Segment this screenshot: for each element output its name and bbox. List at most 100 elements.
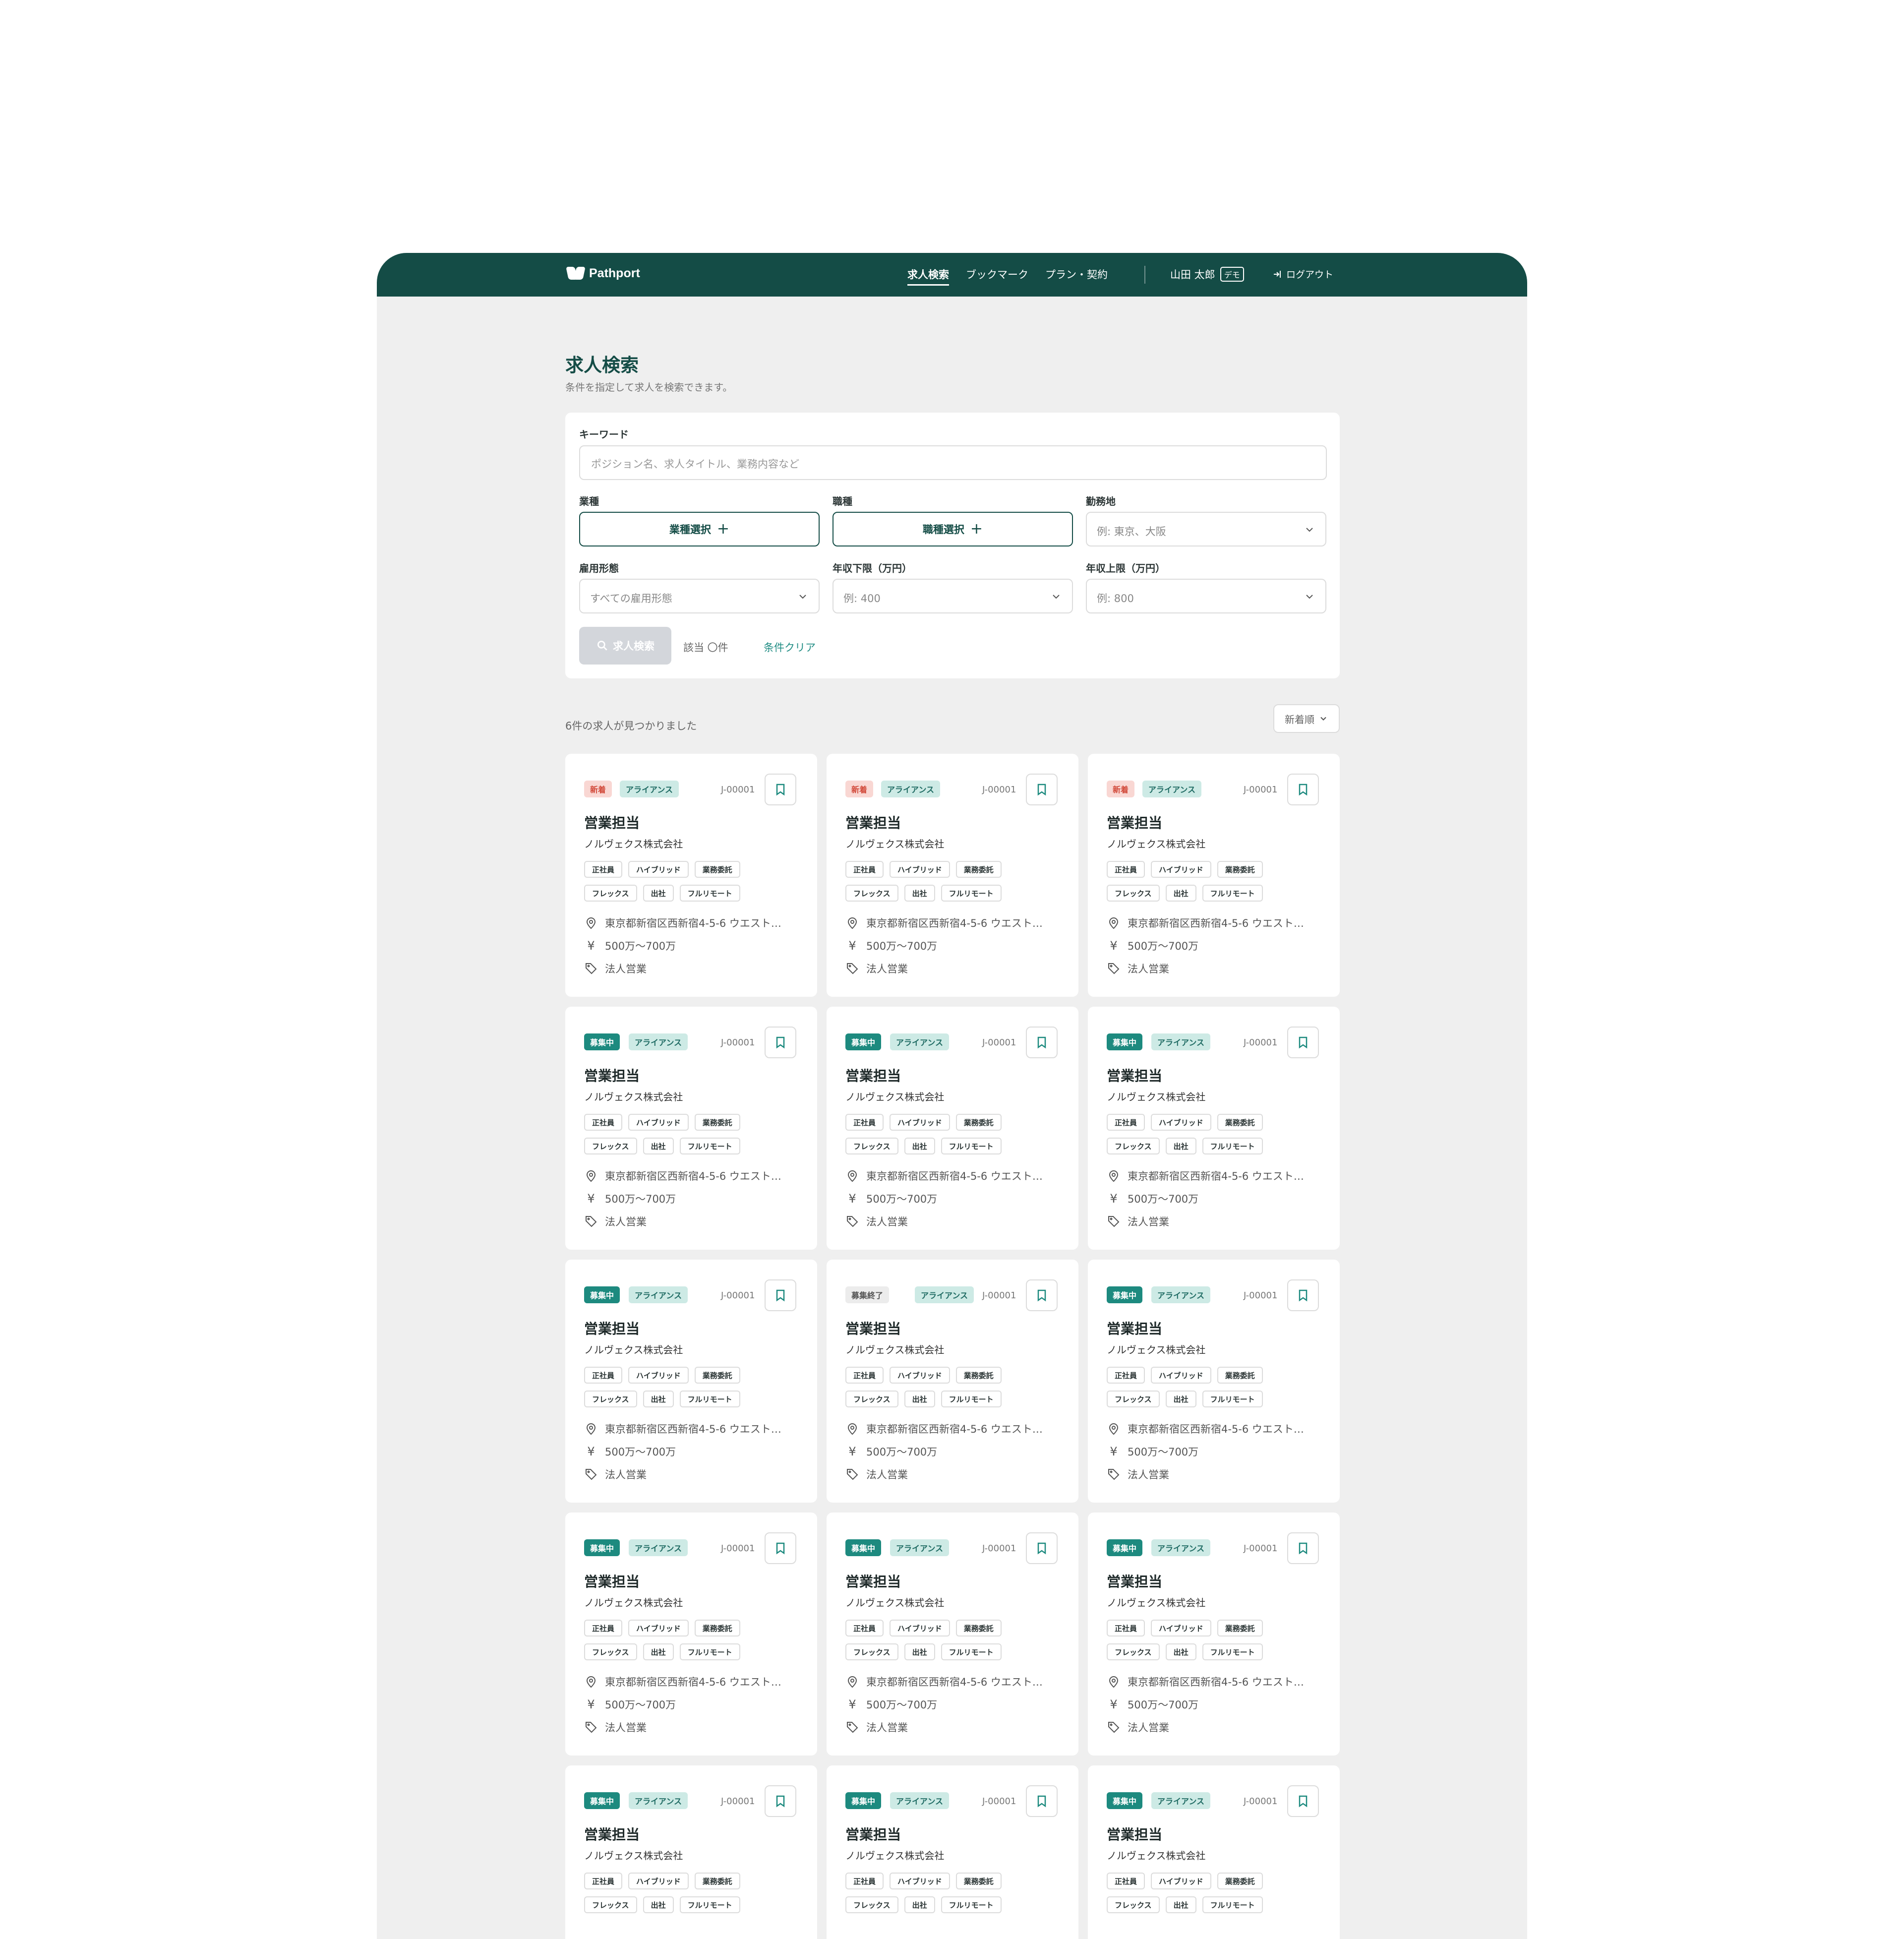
bookmark-button[interactable] <box>1026 1785 1058 1817</box>
nav-link-job-search[interactable]: 求人検索 <box>907 267 949 286</box>
job-card[interactable]: 募集中 アライアンス J-00001 営業担当 ノルヴェクス株式会社 正社員 ハイブリッド業… <box>1088 1260 1340 1503</box>
pathport-logo-icon <box>567 266 584 281</box>
job-title[interactable]: 営業担当 <box>1107 1824 1162 1844</box>
job-card[interactable]: 募集中 アライアンス J-00001 営業担当 ノルヴェクス株式会社 正社員 ハイブリッド業… <box>1088 1765 1340 1939</box>
employment-select[interactable]: すべての雇用形態 <box>579 579 820 613</box>
status-badge: 新着 <box>584 781 612 797</box>
tag-row: 正社員 ハイブリッド 業務委託 <box>1107 1620 1263 1636</box>
job-card[interactable]: 新着 アライアンス J-00001 営業担当 ノルヴェクス株式会社 正社員 ハイブリッド 業務… <box>827 754 1078 997</box>
bookmark-button[interactable] <box>1287 1279 1319 1311</box>
category-text: 法人営業 <box>1128 1722 1169 1734</box>
tag-icon <box>1108 1469 1120 1480</box>
bookmark-button[interactable] <box>765 1785 796 1817</box>
job-card[interactable]: 募集中 アライアンス J-00001 営業担当 ノルヴェクス株式会社 正社員 ハイブリッド業… <box>565 1007 817 1250</box>
bookmark-button[interactable] <box>1026 1027 1058 1058</box>
nav-link-bookmarks[interactable]: ブックマーク <box>966 267 1028 286</box>
job-title[interactable]: 営業担当 <box>584 812 640 832</box>
job-title[interactable]: 営業担当 <box>845 1824 901 1844</box>
workstyle-tag: 出社 <box>1165 1391 1196 1407</box>
job-title[interactable]: 営業担当 <box>584 1318 640 1338</box>
match-count: 該当 〇件 <box>683 642 728 654</box>
bookmark-button[interactable] <box>1026 1532 1058 1564</box>
job-title[interactable]: 営業担当 <box>584 1065 640 1085</box>
job-title[interactable]: 営業担当 <box>1107 812 1162 832</box>
keyword-label: キーワード <box>579 428 629 440</box>
tag-row: 正社員 ハイブリッド 業務委託 <box>1107 1114 1263 1131</box>
employment-tag: ハイブリッド <box>1151 1367 1211 1384</box>
tag-row: フレックス 出社 フルリモート <box>845 1896 1002 1913</box>
location-text: 東京都新宿区西新宿4-5-6 ウエスト… <box>605 1170 781 1182</box>
job-card[interactable]: 募集中 アライアンス J-00001 営業担当 ノルヴェクス株式会社 正社員 ハイブリッド業… <box>827 1513 1078 1756</box>
employment-tag: ハイブリッド <box>628 1873 689 1889</box>
bookmark-button[interactable] <box>765 1027 796 1058</box>
location-text: 東京都新宿区西新宿4-5-6 ウエスト… <box>866 1676 1043 1688</box>
job-card[interactable]: 募集終了 アライアンス J-00001 営業担当 ノルヴェクス株式会社 正社員 ハイブリッド… <box>827 1260 1078 1503</box>
job-title[interactable]: 営業担当 <box>584 1824 640 1844</box>
logo[interactable]: Pathport <box>567 266 640 281</box>
employment-tag: ハイブリッド <box>628 1367 689 1384</box>
tag-row: 正社員 ハイブリッド 業務委託 <box>845 1367 1002 1384</box>
keyword-input[interactable]: ポジション名、求人タイトル、業務内容など <box>579 445 1327 480</box>
bookmark-button[interactable] <box>1287 1027 1319 1058</box>
sort-dropdown[interactable]: 新着順 <box>1273 704 1340 733</box>
location-pin-icon <box>586 1676 596 1688</box>
workstyle-tag: フルリモート <box>679 1391 740 1407</box>
nav-link-plans[interactable]: プラン・契約 <box>1045 267 1108 286</box>
job-title[interactable]: 営業担当 <box>1107 1065 1162 1085</box>
tag-icon <box>847 1722 858 1733</box>
bookmark-button[interactable] <box>765 1532 796 1564</box>
employment-tag: 正社員 <box>845 1367 884 1384</box>
bookmark-button[interactable] <box>765 1279 796 1311</box>
bookmark-button[interactable] <box>1287 1785 1319 1817</box>
job-card[interactable]: 募集中 アライアンス J-00001 営業担当 ノルヴェクス株式会社 正社員 ハイブリッド業… <box>1088 1513 1340 1756</box>
job-title[interactable]: 営業担当 <box>845 1065 901 1085</box>
category-text: 法人営業 <box>866 1216 908 1228</box>
workstyle-tag: 出社 <box>904 1391 935 1407</box>
category-text: 法人営業 <box>866 1722 908 1734</box>
bookmark-button[interactable] <box>1287 774 1319 805</box>
employment-tag: 正社員 <box>1107 861 1145 878</box>
job-id: J-00001 <box>721 1543 755 1554</box>
occupation-select-button[interactable]: 職種選択 + <box>833 512 1073 546</box>
job-title[interactable]: 営業担当 <box>845 1571 901 1591</box>
location-pin-icon <box>847 1676 857 1688</box>
job-title[interactable]: 営業担当 <box>845 812 901 832</box>
job-title[interactable]: 営業担当 <box>1107 1318 1162 1338</box>
job-card[interactable]: 新着 アライアンス J-00001 営業担当 ノルヴェクス株式会社 正社員 ハイブリッド 業務… <box>565 754 817 997</box>
search-button[interactable]: 求人検索 <box>579 627 671 665</box>
location-text: 東京都新宿区西新宿4-5-6 ウエスト… <box>605 917 781 929</box>
industry-select-button[interactable]: 業種選択 + <box>579 512 820 546</box>
workstyle-tag: 出社 <box>904 1643 935 1660</box>
workstyle-tag: フルリモート <box>1202 1391 1263 1407</box>
job-card[interactable]: 新着 アライアンス J-00001 営業担当 ノルヴェクス株式会社 正社員 ハイブリッド 業務… <box>1088 754 1340 997</box>
job-card[interactable]: 募集中 アライアンス J-00001 営業担当 ノルヴェクス株式会社 正社員 ハイブリッド業… <box>565 1260 817 1503</box>
job-title[interactable]: 営業担当 <box>845 1318 901 1338</box>
user-info: 山田 太郎 デモ <box>1170 267 1244 282</box>
clear-conditions-link[interactable]: 条件クリア <box>764 640 816 655</box>
job-card[interactable]: 募集中 アライアンス J-00001 営業担当 ノルヴェクス株式会社 正社員 ハイブリッド業… <box>827 1765 1078 1939</box>
salary-min-select[interactable]: 例: 400 <box>833 579 1073 613</box>
job-card[interactable]: 募集中 アライアンス J-00001 営業担当 ノルヴェクス株式会社 正社員 ハイブリッド業… <box>1088 1007 1340 1250</box>
bookmark-button[interactable] <box>1026 1279 1058 1311</box>
job-title[interactable]: 営業担当 <box>1107 1571 1162 1591</box>
alliance-badge: アライアンス <box>1151 1539 1211 1556</box>
employment-tag: 業務委託 <box>955 1620 1002 1636</box>
tag-row: 正社員 ハイブリッド 業務委託 <box>845 861 1002 878</box>
bookmark-button[interactable] <box>1026 774 1058 805</box>
salary-max-select[interactable]: 例: 800 <box>1086 579 1326 613</box>
job-title[interactable]: 営業担当 <box>584 1571 640 1591</box>
job-card[interactable]: 募集中 アライアンス J-00001 営業担当 ノルヴェクス株式会社 正社員 ハイブリッド業… <box>827 1007 1078 1250</box>
occupation-label: 職種 <box>833 495 852 507</box>
location-line: 東京都新宿区西新宿4-5-6 ウエスト… <box>1107 915 1304 930</box>
workstyle-tag: 出社 <box>904 1138 935 1154</box>
bookmark-button[interactable] <box>1287 1532 1319 1564</box>
workstyle-tag: 出社 <box>1165 1896 1196 1913</box>
job-card[interactable]: 募集中 アライアンス J-00001 営業担当 ノルヴェクス株式会社 正社員 ハイブリッド業… <box>565 1513 817 1756</box>
logout-button[interactable]: ログアウト <box>1272 267 1333 281</box>
category-line: 法人営業 <box>845 1214 908 1229</box>
bookmark-button[interactable] <box>765 774 796 805</box>
location-select[interactable]: 例: 東京、大阪 <box>1086 512 1326 546</box>
tag-row: 正社員 ハイブリッド 業務委託 <box>845 1114 1002 1131</box>
job-card[interactable]: 募集中 アライアンス J-00001 営業担当 ノルヴェクス株式会社 正社員 ハイブリッド業… <box>565 1765 817 1939</box>
company-name: ノルヴェクス株式会社 <box>584 1344 683 1356</box>
